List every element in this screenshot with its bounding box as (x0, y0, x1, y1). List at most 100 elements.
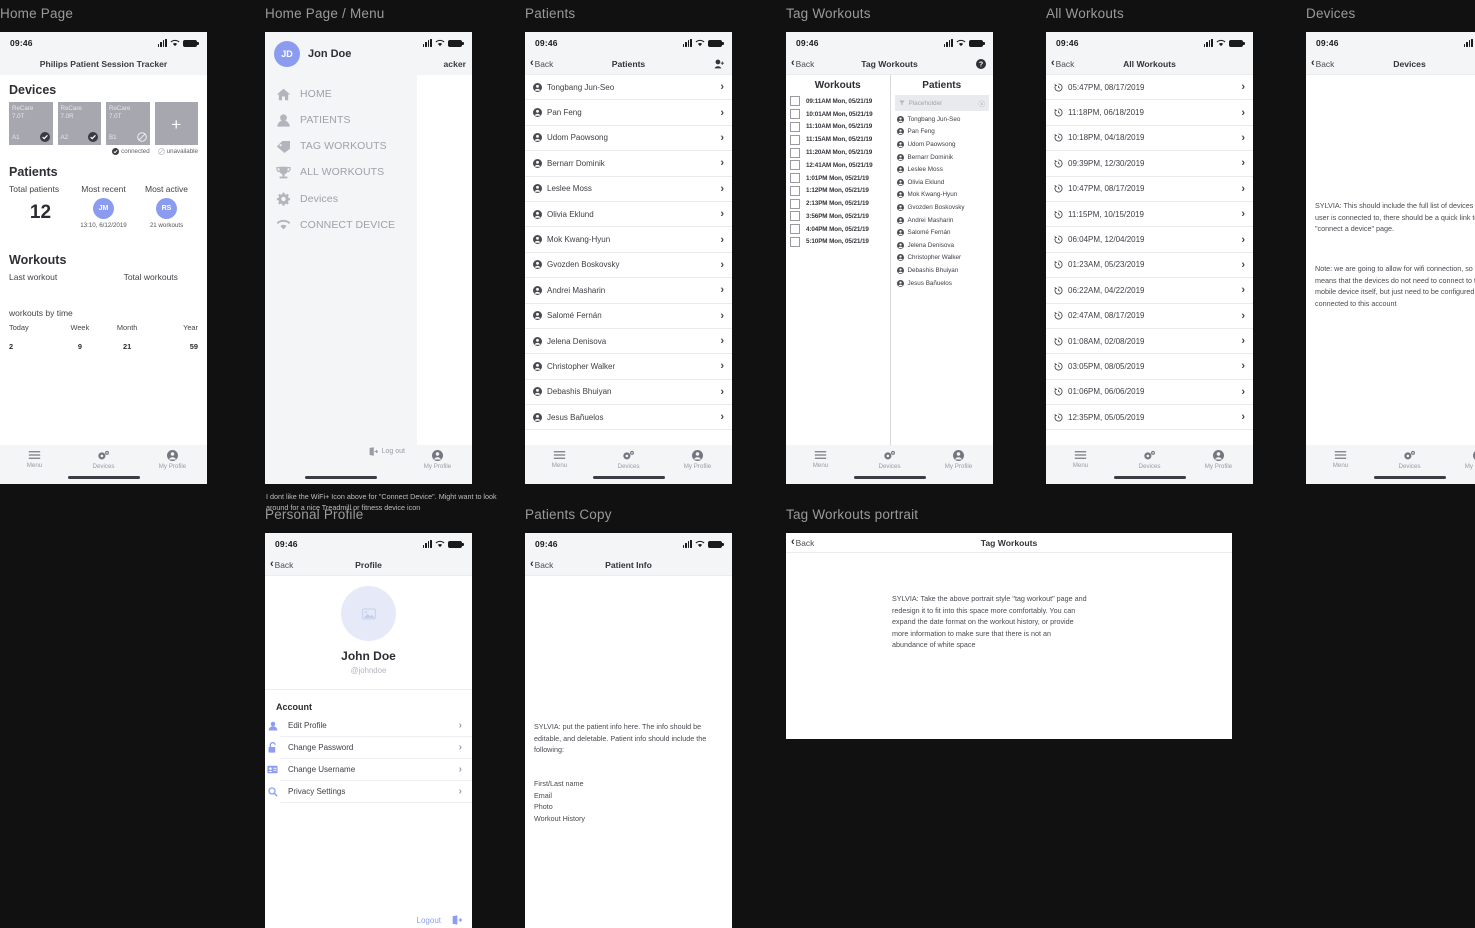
patient-item[interactable]: Mok Kwang-Hyun (891, 189, 994, 202)
patients-list[interactable]: Tongbang Jun-Seo › Pan Feng › Udom Paowson… (525, 75, 732, 445)
list-item[interactable]: 01:06PM, 06/06/2019 › (1046, 379, 1253, 406)
patient-item[interactable]: Jelena Denisova (891, 239, 994, 252)
tab-menu[interactable]: Menu (786, 450, 855, 469)
patient-item[interactable]: Olivia Eklund (891, 176, 994, 189)
back-button[interactable]: ‹ Back (530, 559, 553, 570)
row-change-password[interactable]: Change Password › (268, 737, 472, 759)
list-item[interactable]: 09:39PM, 12/30/2019 › (1046, 151, 1253, 177)
tab-devices[interactable]: Devices (1375, 450, 1444, 470)
workout-checkbox-row[interactable]: 11:15AM Mon, 05/21/19 (786, 133, 890, 146)
list-item[interactable]: Bernarr Dominik › (525, 151, 732, 177)
checkbox[interactable] (790, 121, 800, 132)
patient-item[interactable]: Udom Paowsong (891, 138, 994, 151)
patient-item[interactable]: Tongbang Jun-Seo (891, 113, 994, 126)
workout-checkbox-row[interactable]: 1:12PM Mon, 05/21/19 (786, 184, 890, 197)
checkbox[interactable] (790, 185, 800, 196)
list-item[interactable]: Salomé Fernán › (525, 303, 732, 329)
all-workouts-list[interactable]: 05:47PM, 08/17/2019 › 11:18PM, 06/18/2019… (1046, 75, 1253, 445)
workout-checkbox-row[interactable]: 3:56PM Mon, 05/21/19 (786, 210, 890, 223)
workout-checkbox-row[interactable]: 12:41AM Mon, 05/21/19 (786, 159, 890, 172)
checkbox[interactable] (790, 109, 800, 120)
tab-menu[interactable]: Menu (525, 450, 594, 469)
tab-profile[interactable]: My Profile (924, 450, 993, 470)
checkbox[interactable] (790, 198, 800, 209)
list-item[interactable]: 05:47PM, 08/17/2019 › (1046, 75, 1253, 101)
row-change-username[interactable]: Change Username › (267, 759, 472, 781)
patient-item[interactable]: Pan Feng (891, 126, 994, 139)
checkbox[interactable] (790, 211, 800, 222)
list-item[interactable]: Mok Kwang-Hyun › (525, 227, 732, 253)
row-edit-profile[interactable]: Edit Profile › (268, 715, 472, 737)
help-button[interactable]: ? (976, 58, 986, 69)
tab-menu[interactable]: Menu (1306, 450, 1375, 469)
checkbox[interactable] (790, 96, 800, 107)
tab-profile[interactable]: My Profile (138, 450, 207, 470)
tab-devices[interactable]: Devices (855, 450, 924, 470)
checkbox[interactable] (790, 224, 800, 235)
checkbox[interactable] (790, 236, 800, 247)
patient-item[interactable]: Christopher Walker (891, 252, 994, 265)
back-button[interactable]: ‹ Back (791, 58, 814, 69)
tab-profile[interactable]: My Profile (663, 450, 732, 470)
list-item[interactable]: Jesus Bañuelos › (525, 405, 732, 431)
drawer-item-connect-device[interactable]: CONNECT DEVICE (265, 212, 417, 237)
list-item[interactable]: Olivia Eklund › (525, 201, 732, 228)
list-item[interactable]: 10:18PM, 04/18/2019 › (1046, 125, 1253, 152)
tab-profile[interactable]: My Profile (1184, 450, 1253, 470)
list-item[interactable]: Pan Feng › (525, 100, 732, 126)
tab-menu[interactable]: Menu (1046, 450, 1115, 469)
tab-devices[interactable]: Devices (594, 450, 663, 470)
add-patient-button[interactable] (714, 59, 725, 69)
device-card[interactable]: ReCare 7.0R A2 (57, 102, 101, 145)
list-item[interactable]: Jelena Denisova › (525, 328, 732, 355)
tab-devices[interactable]: Devices (1115, 450, 1184, 470)
checkbox[interactable] (790, 134, 800, 145)
device-card[interactable]: ReCare 7.0T A1 (9, 102, 53, 145)
patient-item[interactable]: Gvozden Boskovsky (891, 201, 994, 214)
patient-item[interactable]: Jesus Bañuelos (891, 277, 994, 290)
list-item[interactable]: 01:23AM, 05/23/2019 › (1046, 252, 1253, 279)
back-button[interactable]: ‹ Back (791, 537, 814, 548)
list-item[interactable]: Debashis Bhuiyan › (525, 379, 732, 406)
patient-filter-input[interactable]: Placeholder ⓧ (894, 95, 989, 111)
workout-checkbox-row[interactable]: 11:20AM Mon, 05/21/19 (786, 146, 890, 159)
drawer-item-home[interactable]: HOME (265, 81, 417, 107)
list-item[interactable]: 01:08AM, 02/08/2019 › (1046, 328, 1253, 355)
workout-checkbox-row[interactable]: 5:10PM Mon, 05/21/19 (786, 236, 890, 249)
workout-checkbox-row[interactable]: 10:01AM Mon, 05/21/19 (786, 108, 890, 121)
workout-checkbox-row[interactable]: 09:11AM Mon, 05/21/19 (786, 95, 890, 108)
drawer-item-devices[interactable]: Devices (265, 185, 417, 212)
list-item[interactable]: 12:35PM, 05/05/2019 › (1046, 405, 1253, 431)
avatar[interactable]: JM (93, 198, 114, 219)
workout-checkbox-row[interactable]: 2:13PM Mon, 05/21/19 (786, 197, 890, 210)
workout-checkbox-row[interactable]: 1:01PM Mon, 05/21/19 (786, 172, 890, 185)
workout-checkbox-row[interactable]: 11:10AM Mon, 05/21/19 (786, 121, 890, 134)
patient-item[interactable]: Salomé Fernán (891, 226, 994, 239)
patient-item[interactable]: Andrei Masharin (891, 214, 994, 227)
device-card[interactable]: ReCare 7.0T B1 (106, 102, 150, 145)
avatar-placeholder[interactable] (341, 586, 396, 641)
avatar[interactable]: RS (156, 198, 177, 219)
drawer-user[interactable]: JD Jon Doe (265, 32, 417, 67)
list-item[interactable]: 03:05PM, 08/05/2019 › (1046, 354, 1253, 380)
list-item[interactable]: Christopher Walker › (525, 354, 732, 380)
tab-menu[interactable]: Menu (0, 450, 69, 469)
list-item[interactable]: Gvozden Boskovsky › (525, 252, 732, 279)
list-item[interactable]: Tongbang Jun-Seo › (525, 75, 732, 101)
back-button[interactable]: ‹ Back (270, 559, 293, 570)
back-button[interactable]: ‹ Back (1051, 58, 1074, 69)
patient-item[interactable]: Leslee Moss (891, 163, 994, 176)
add-device-button[interactable]: + (154, 102, 198, 145)
patient-item[interactable]: Bernarr Dominik (891, 151, 994, 164)
list-item[interactable]: 02:47AM, 08/17/2019 › (1046, 303, 1253, 329)
tab-devices[interactable]: Devices (69, 450, 138, 470)
list-item[interactable]: 06:04PM, 12/04/2019 › (1046, 227, 1253, 253)
back-button[interactable]: ‹ Back (530, 58, 553, 69)
checkbox[interactable] (790, 160, 800, 171)
drawer-item-tag-workouts[interactable]: TAG WORKOUTS (265, 133, 417, 159)
list-item[interactable]: Udom Paowsong › (525, 125, 732, 152)
drawer-item-patients[interactable]: PATIENTS (265, 107, 417, 133)
list-item[interactable]: 06:22AM, 04/22/2019 › (1046, 278, 1253, 304)
row-privacy-settings[interactable]: Privacy Settings › (267, 781, 472, 803)
patient-item[interactable]: Debashis Bhuiyan (891, 264, 994, 277)
